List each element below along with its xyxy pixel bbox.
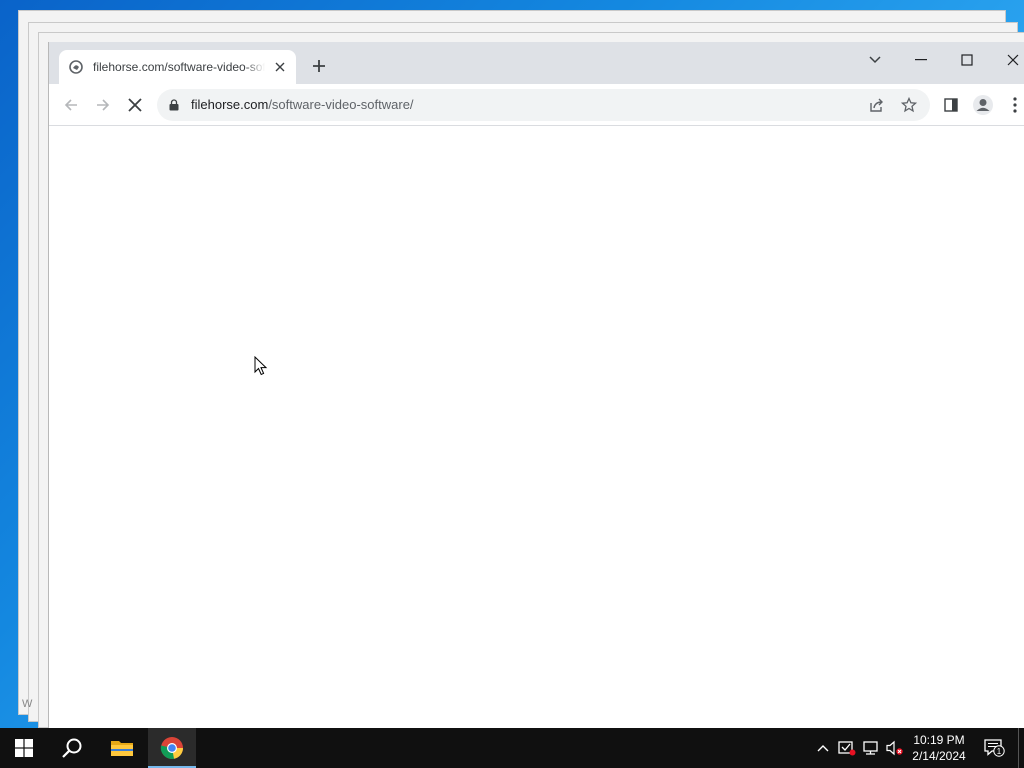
search-button[interactable]	[48, 728, 96, 768]
chrome-icon	[160, 737, 183, 759]
show-desktop-button[interactable]	[1018, 728, 1024, 768]
browser-titlebar[interactable]: filehorse.com/software-video-software/	[49, 42, 1024, 84]
search-icon	[62, 738, 82, 758]
file-explorer-button[interactable]	[98, 728, 146, 768]
forward-icon[interactable]	[91, 93, 115, 117]
lock-icon[interactable]	[169, 98, 179, 116]
address-bar[interactable]: filehorse.com/software-video-software/	[157, 89, 930, 121]
security-tray-icon[interactable]	[838, 739, 856, 757]
clock-time: 10:19 PM	[913, 733, 965, 747]
folder-icon	[111, 741, 133, 756]
back-icon[interactable]	[59, 93, 83, 117]
mouse-cursor-icon	[254, 355, 268, 381]
browser-window: filehorse.com/software-video-software/	[48, 42, 1024, 730]
chevron-up-icon[interactable]	[814, 739, 832, 757]
tab-title: filehorse.com/software-video-software/	[93, 60, 265, 74]
tab-active[interactable]: filehorse.com/software-video-software/	[59, 50, 296, 84]
network-icon[interactable]	[862, 739, 880, 757]
browser-toolbar: filehorse.com/software-video-software/	[49, 84, 1024, 126]
taskbar: 10:19 PM 2/14/2024 1	[0, 728, 1024, 768]
background-window-fragment: W	[22, 698, 33, 710]
chrome-taskbar-button[interactable]	[148, 728, 196, 768]
page-content[interactable]	[49, 126, 1024, 730]
address-url[interactable]: filehorse.com/software-video-software/	[191, 97, 414, 112]
maximize-button[interactable]	[951, 46, 983, 74]
notification-center-icon[interactable]: 1	[984, 739, 1006, 757]
profile-avatar-icon[interactable]	[971, 93, 995, 117]
minimize-button[interactable]	[905, 46, 937, 74]
filehorse-favicon-icon	[69, 60, 83, 74]
new-tab-button[interactable]	[308, 55, 330, 77]
stop-loading-icon[interactable]	[123, 93, 147, 117]
start-button[interactable]	[0, 728, 48, 768]
url-host: filehorse.com	[191, 97, 269, 112]
volume-muted-icon[interactable]	[886, 739, 904, 757]
tab-close-icon[interactable]	[272, 59, 288, 75]
bookmark-star-icon[interactable]	[899, 95, 919, 115]
notification-count: 1	[997, 747, 1002, 756]
menu-kebab-icon[interactable]	[1003, 93, 1024, 117]
system-clock[interactable]: 10:19 PM 2/14/2024	[906, 732, 972, 764]
url-path: /software-video-software/	[268, 97, 414, 112]
side-panel-icon[interactable]	[939, 93, 963, 117]
close-button[interactable]	[997, 46, 1024, 74]
share-icon[interactable]	[867, 95, 887, 115]
tab-search-icon[interactable]	[859, 46, 891, 74]
windows-logo-icon	[15, 739, 33, 757]
clock-date: 2/14/2024	[912, 749, 966, 763]
